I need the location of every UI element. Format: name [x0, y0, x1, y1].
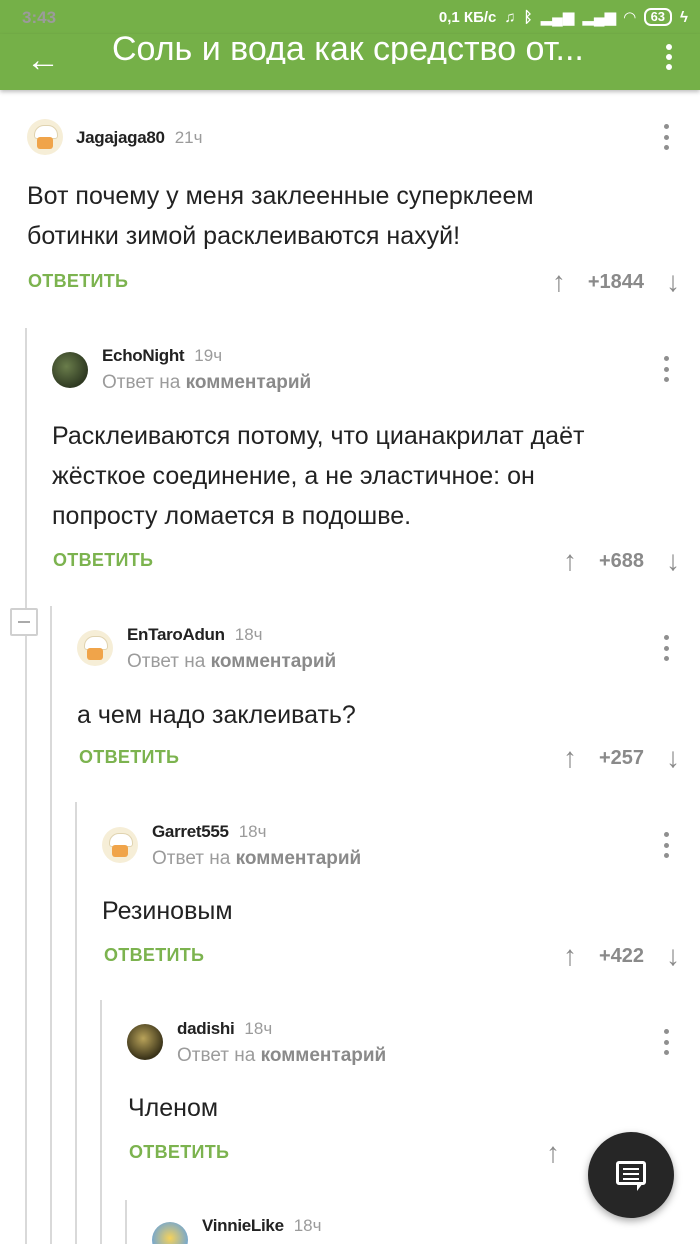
username[interactable]: EnTaroAdun	[127, 625, 225, 644]
comment-time: 21ч	[174, 128, 203, 147]
comment-score: +1844	[587, 270, 644, 293]
reply-to-label: Ответ на комментарий	[127, 651, 337, 672]
headphones-icon: ♫	[504, 8, 516, 26]
charging-icon: ϟ	[680, 8, 688, 26]
comment-time: 18ч	[238, 822, 267, 841]
signal2-icon: ▂▄▆	[582, 9, 617, 26]
comment-meta: VinnieLike 18ч	[202, 1216, 322, 1244]
thread-line-4	[100, 1000, 102, 1244]
battery-icon: 63	[643, 8, 673, 26]
username[interactable]: dadishi	[177, 1019, 235, 1038]
avatar[interactable]	[27, 119, 63, 155]
thread-line-3	[75, 802, 77, 1244]
comment-score: +422	[598, 944, 644, 967]
comment-menu-icon[interactable]	[664, 635, 670, 661]
reply-button[interactable]: ОТВЕТИТЬ	[53, 550, 153, 571]
reply-to-label: Ответ на комментарий	[102, 372, 312, 393]
comment-text: Вот почему у меня заклеенные суперклеем …	[27, 182, 534, 250]
reply-button[interactable]: ОТВЕТИТЬ	[79, 747, 179, 768]
comment-time: 18ч	[234, 625, 263, 644]
vote-controls: ↑ +1844 ↓	[552, 267, 680, 297]
comment-time: 19ч	[194, 346, 223, 365]
vote-controls: ↑	[546, 1138, 560, 1168]
downvote-arrow-icon[interactable]: ↓	[666, 547, 680, 575]
thread-line-1	[25, 328, 27, 1244]
page-title: Соль и вода как средство от...	[112, 34, 584, 64]
upvote-arrow-icon[interactable]: ↑	[552, 268, 566, 296]
signal-icon: ▂▄▆	[540, 9, 575, 26]
comment-meta: Garret555 18ч Ответ на комментарий	[152, 822, 361, 878]
username[interactable]: EchoNight	[102, 346, 185, 365]
comment-text: а чем надо заклеивать?	[77, 701, 356, 729]
comment-time: 18ч	[293, 1216, 322, 1235]
downvote-arrow-icon[interactable]: ↓	[666, 942, 680, 970]
thread-line-5	[125, 1200, 127, 1244]
reply-button[interactable]: ОТВЕТИТЬ	[28, 271, 128, 292]
comment-menu-icon[interactable]	[664, 356, 670, 382]
upvote-arrow-icon[interactable]: ↑	[563, 942, 577, 970]
overflow-menu-icon[interactable]	[664, 42, 674, 72]
comment-menu-icon[interactable]	[664, 124, 670, 150]
message-icon	[616, 1161, 646, 1191]
comment-menu-icon[interactable]	[664, 832, 670, 858]
upvote-arrow-icon[interactable]: ↑	[563, 547, 577, 575]
comment-time: 18ч	[244, 1019, 273, 1038]
comment-text: Расклеиваются потому, что цианакрилат да…	[52, 422, 585, 530]
downvote-arrow-icon[interactable]: ↓	[666, 744, 680, 772]
avatar[interactable]	[52, 352, 88, 388]
username[interactable]: VinnieLike	[202, 1216, 284, 1235]
comment-text: Резиновым	[102, 897, 233, 925]
app-bar: ← Соль и вода как средство от...	[0, 34, 700, 90]
reply-to-label: Ответ на комментарий	[177, 1045, 387, 1066]
net-speed: 0,1 КБ/с	[438, 8, 497, 26]
vote-controls: ↑ +688 ↓	[563, 546, 680, 576]
comment-score: +688	[598, 549, 644, 572]
vote-controls: ↑ +257 ↓	[563, 743, 680, 773]
thread-line-2	[50, 606, 52, 1244]
avatar[interactable]	[102, 827, 138, 863]
bluetooth-icon: ᛒ	[523, 8, 533, 26]
vote-controls: ↑ +422 ↓	[563, 941, 680, 971]
status-bar: 3:43 0,1 КБ/с ♫ ᛒ ▂▄▆ ▂▄▆ ◠ 63 ϟ	[0, 0, 700, 34]
avatar[interactable]	[152, 1222, 188, 1244]
username[interactable]: Garret555	[152, 822, 229, 841]
back-arrow-icon[interactable]: ←	[26, 40, 60, 80]
comment-menu-icon[interactable]	[664, 1029, 670, 1055]
comment-meta: EchoNight 19ч Ответ на комментарий	[102, 346, 311, 402]
collapse-thread-button[interactable]	[10, 608, 38, 636]
comment-score: +257	[598, 746, 644, 769]
downvote-arrow-icon[interactable]: ↓	[666, 268, 680, 296]
comment-meta: EnTaroAdun 18ч Ответ на комментарий	[127, 625, 336, 681]
username[interactable]: Jagajaga80	[76, 128, 165, 147]
reply-button[interactable]: ОТВЕТИТЬ	[104, 945, 204, 966]
reply-button[interactable]: ОТВЕТИТЬ	[129, 1142, 229, 1163]
wifi-icon: ◠	[624, 9, 636, 26]
comment-text: Членом	[128, 1094, 219, 1122]
reply-to-label: Ответ на комментарий	[152, 848, 362, 869]
avatar[interactable]	[127, 1024, 163, 1060]
avatar[interactable]	[77, 630, 113, 666]
status-time: 3:43	[22, 8, 57, 27]
upvote-arrow-icon[interactable]: ↑	[546, 1139, 560, 1167]
comment-meta: dadishi 18ч Ответ на комментарий	[177, 1019, 386, 1075]
upvote-arrow-icon[interactable]: ↑	[563, 744, 577, 772]
status-icons: 0,1 КБ/с ♫ ᛒ ▂▄▆ ▂▄▆ ◠ 63 ϟ	[439, 8, 688, 26]
comment-fab-button[interactable]	[588, 1132, 674, 1218]
